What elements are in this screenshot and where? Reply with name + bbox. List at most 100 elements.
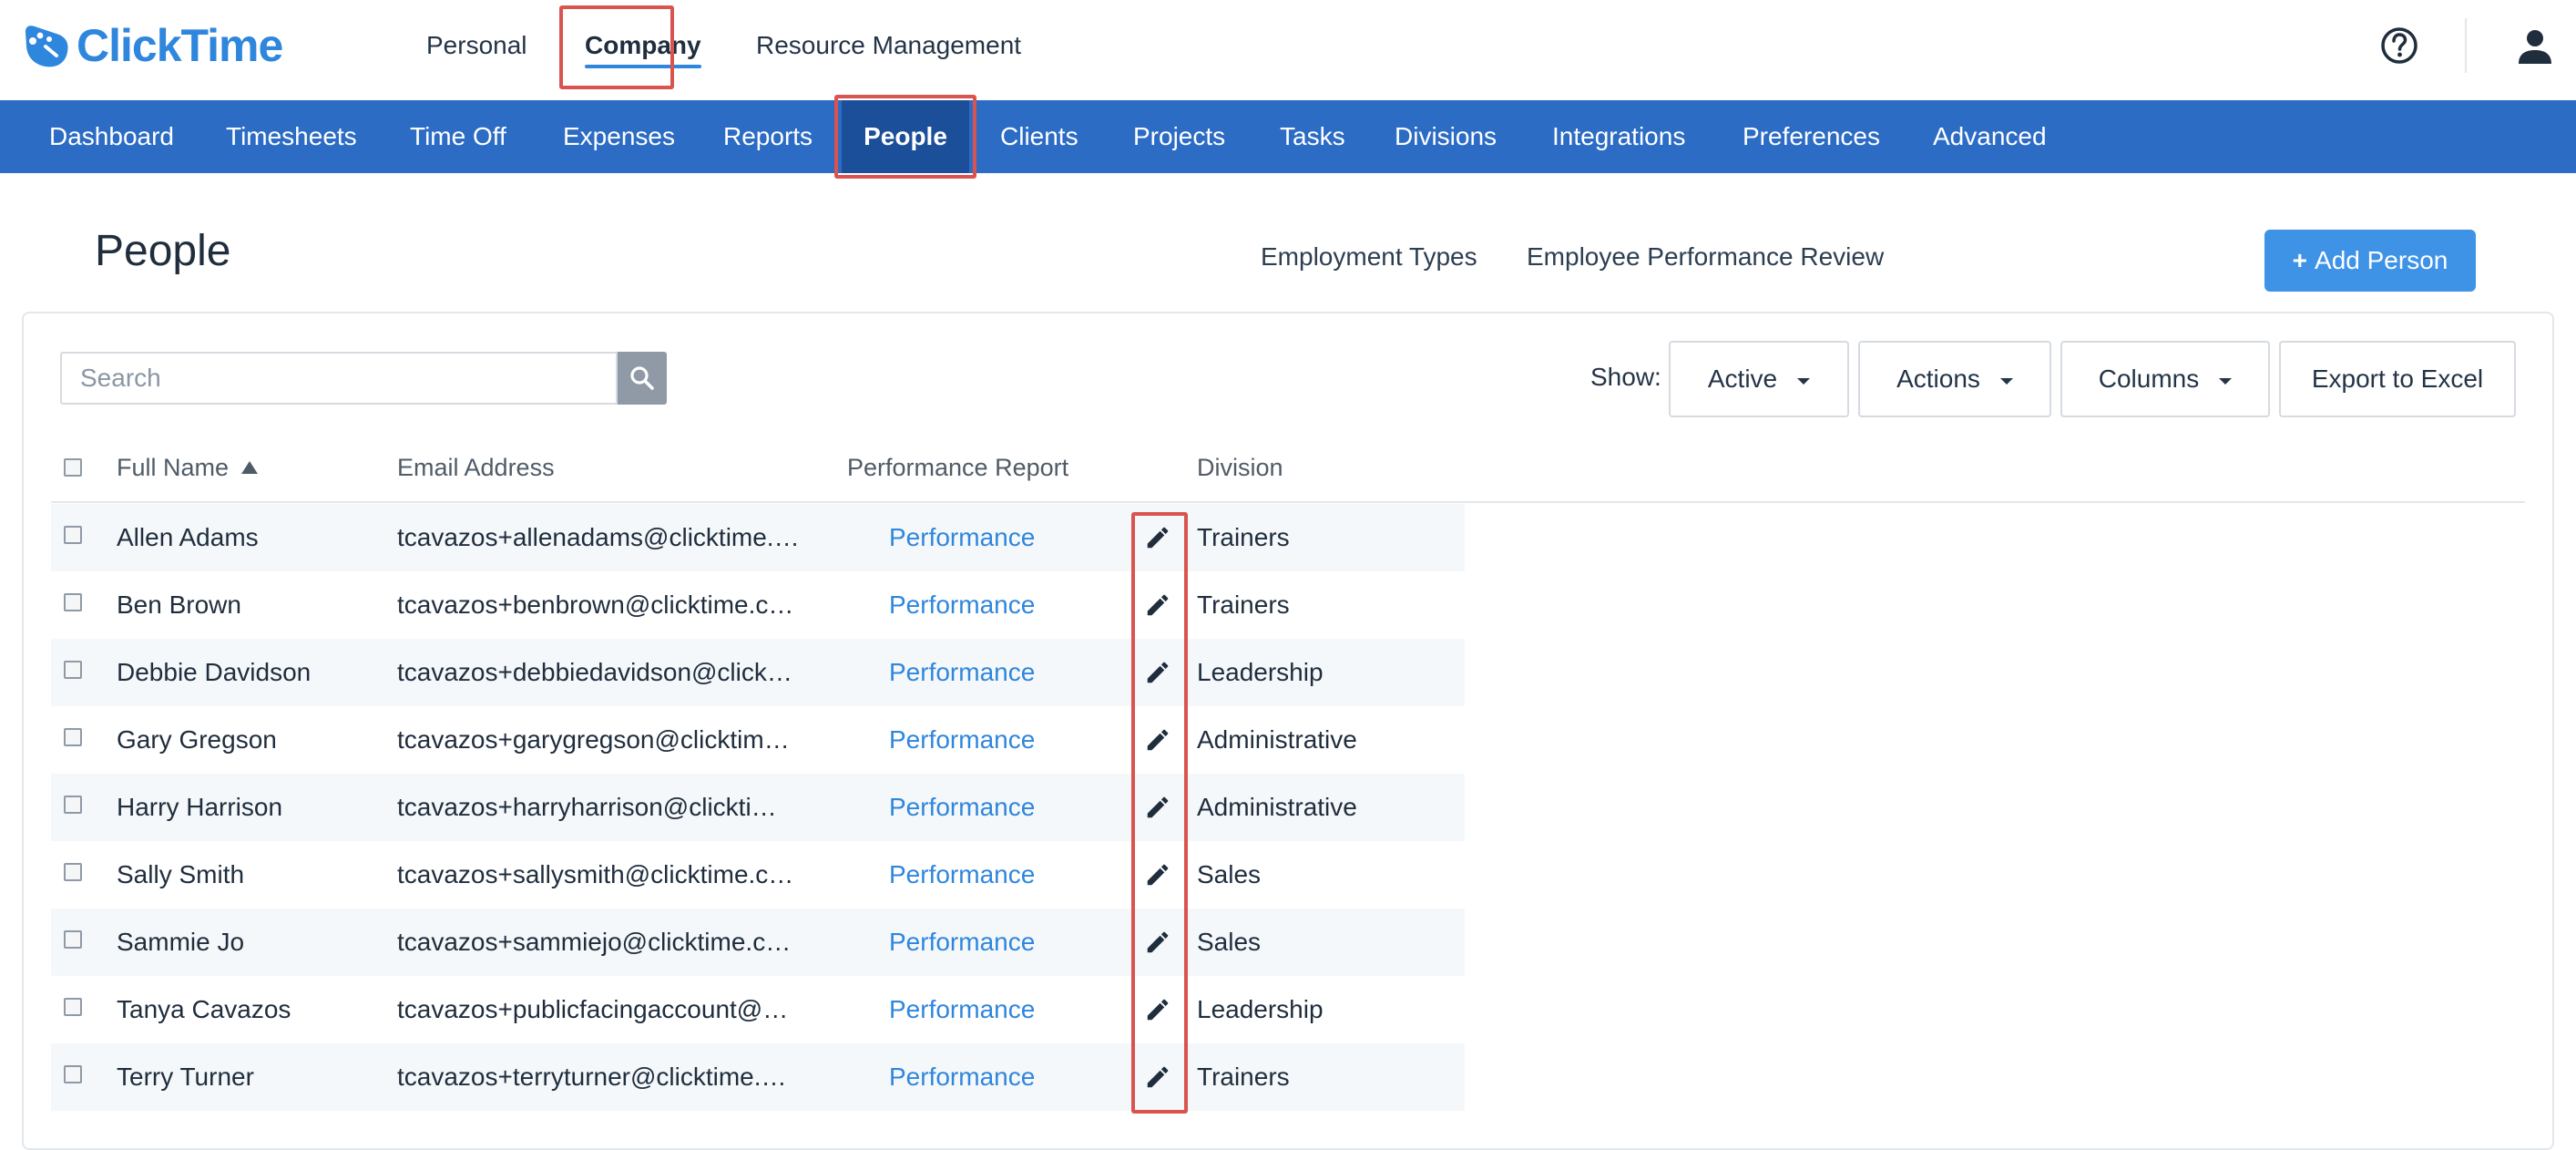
user-icon[interactable] — [2514, 26, 2556, 67]
table-row[interactable]: Gary Gregson tcavazos+garygregson@clickt… — [51, 706, 1465, 774]
person-name[interactable]: Sally Smith — [117, 841, 244, 909]
table-row[interactable]: Sammie Jo tcavazos+sammiejo@clicktime.c…… — [51, 909, 1465, 976]
row-checkbox[interactable] — [64, 930, 82, 949]
person-email: tcavazos+harryharrison@clickti… — [397, 793, 777, 821]
columns-dropdown[interactable]: Columns — [2060, 341, 2270, 417]
page-title: People — [95, 227, 231, 275]
add-person-button[interactable]: + Add Person — [2264, 230, 2476, 292]
top-nav-personal[interactable]: Personal — [426, 0, 527, 91]
clicktime-logo[interactable]: ClickTime — [20, 18, 283, 73]
company-highlight-box — [559, 5, 674, 89]
column-header-full-name[interactable]: Full Name — [117, 454, 259, 482]
edit-icons-highlight-box — [1131, 512, 1188, 1114]
person-name[interactable]: Allen Adams — [117, 504, 259, 571]
row-checkbox[interactable] — [64, 526, 82, 544]
chevron-down-icon — [1797, 377, 1811, 385]
main-nav: Dashboard Timesheets Time Off Expenses R… — [0, 100, 2576, 173]
person-email: tcavazos+benbrown@clicktime.c… — [397, 590, 794, 619]
export-label: Export to Excel — [2311, 365, 2484, 393]
table-row[interactable]: Tanya Cavazos tcavazos+publicfacingaccou… — [51, 976, 1465, 1043]
person-name[interactable]: Ben Brown — [117, 571, 241, 639]
person-division: Trainers — [1197, 523, 1290, 551]
person-email: tcavazos+sallysmith@clicktime.c… — [397, 860, 794, 888]
show-status-value: Active — [1707, 365, 1778, 393]
nav-tasks[interactable]: Tasks — [1280, 100, 1345, 173]
nav-advanced[interactable]: Advanced — [1933, 100, 2047, 173]
column-header-email[interactable]: Email Address — [397, 454, 555, 482]
select-all-checkbox[interactable] — [64, 458, 82, 477]
performance-link[interactable]: Performance — [889, 774, 1035, 841]
performance-link[interactable]: Performance — [889, 571, 1035, 639]
nav-clients[interactable]: Clients — [1000, 100, 1078, 173]
person-division: Trainers — [1197, 590, 1290, 619]
person-name[interactable]: Gary Gregson — [117, 706, 277, 774]
person-name[interactable]: Tanya Cavazos — [117, 976, 291, 1043]
nav-integrations[interactable]: Integrations — [1552, 100, 1685, 173]
row-checkbox[interactable] — [64, 728, 82, 746]
nav-divisions[interactable]: Divisions — [1395, 100, 1497, 173]
person-name[interactable]: Debbie Davidson — [117, 639, 311, 706]
performance-link[interactable]: Performance — [889, 976, 1035, 1043]
table-header-divider — [51, 501, 2525, 503]
person-division: Sales — [1197, 928, 1262, 956]
chevron-down-icon — [2219, 377, 2233, 385]
nav-dashboard[interactable]: Dashboard — [49, 100, 174, 173]
performance-link[interactable]: Performance — [889, 639, 1035, 706]
performance-link[interactable]: Performance — [889, 841, 1035, 909]
show-status-dropdown[interactable]: Active — [1669, 341, 1849, 417]
performance-link[interactable]: Performance — [889, 504, 1035, 571]
table-row[interactable]: Allen Adams tcavazos+allenadams@clicktim… — [51, 504, 1465, 571]
column-header-performance-report[interactable]: Performance Report — [847, 454, 1068, 482]
row-checkbox[interactable] — [64, 863, 82, 881]
person-division: Trainers — [1197, 1063, 1290, 1091]
plus-icon: + — [2292, 246, 2308, 274]
clicktime-logo-icon — [26, 26, 68, 67]
column-header-division[interactable]: Division — [1197, 454, 1283, 482]
row-checkbox[interactable] — [64, 796, 82, 814]
sort-ascending-icon — [241, 460, 259, 474]
person-email: tcavazos+publicfacingaccount@… — [397, 995, 789, 1023]
performance-link[interactable]: Performance — [889, 706, 1035, 774]
person-email: tcavazos+debbiedavidson@click… — [397, 658, 792, 686]
row-checkbox[interactable] — [64, 998, 82, 1016]
table-row[interactable]: Harry Harrison tcavazos+harryharrison@cl… — [51, 774, 1465, 841]
nav-reports[interactable]: Reports — [723, 100, 813, 173]
person-email: tcavazos+terryturner@clicktime.… — [397, 1063, 787, 1091]
top-nav-resource-management[interactable]: Resource Management — [756, 0, 1021, 91]
table-row[interactable]: Sally Smith tcavazos+sallysmith@clicktim… — [51, 841, 1465, 909]
performance-link[interactable]: Performance — [889, 909, 1035, 976]
nav-projects[interactable]: Projects — [1133, 100, 1225, 173]
person-email: tcavazos+garygregson@clicktim… — [397, 725, 790, 754]
row-checkbox[interactable] — [64, 593, 82, 611]
logo-text: ClickTime — [77, 20, 283, 71]
nav-timesheets[interactable]: Timesheets — [226, 100, 357, 173]
actions-label: Actions — [1896, 365, 1980, 393]
person-name[interactable]: Harry Harrison — [117, 774, 282, 841]
nav-expenses[interactable]: Expenses — [563, 100, 675, 173]
performance-link[interactable]: Performance — [889, 1043, 1035, 1111]
person-email: tcavazos+sammiejo@clicktime.c… — [397, 928, 792, 956]
employee-performance-review-link[interactable]: Employee Performance Review — [1527, 242, 1884, 272]
column-header-full-name-label: Full Name — [117, 454, 230, 481]
nav-preferences[interactable]: Preferences — [1743, 100, 1880, 173]
help-icon[interactable] — [2379, 26, 2419, 66]
person-email: tcavazos+allenadams@clicktime.… — [397, 523, 800, 551]
export-to-excel-button[interactable]: Export to Excel — [2279, 341, 2516, 417]
row-checkbox[interactable] — [64, 1065, 82, 1083]
people-highlight-box — [834, 95, 976, 179]
search-button[interactable] — [618, 352, 667, 405]
show-label: Show: — [1590, 363, 1661, 391]
table-row[interactable]: Ben Brown tcavazos+benbrown@clicktime.c…… — [51, 571, 1465, 639]
person-division: Leadership — [1197, 995, 1324, 1023]
search-input[interactable] — [60, 352, 618, 405]
row-checkbox[interactable] — [64, 661, 82, 679]
employment-types-link[interactable]: Employment Types — [1261, 242, 1477, 272]
top-bar: ClickTime Personal Company Resource Mana… — [0, 0, 2576, 100]
nav-time-off[interactable]: Time Off — [410, 100, 506, 173]
person-name[interactable]: Sammie Jo — [117, 909, 244, 976]
table-row[interactable]: Terry Turner tcavazos+terryturner@clickt… — [51, 1043, 1465, 1111]
table-row[interactable]: Debbie Davidson tcavazos+debbiedavidson@… — [51, 639, 1465, 706]
person-name[interactable]: Terry Turner — [117, 1043, 254, 1111]
person-division: Administrative — [1197, 793, 1357, 821]
actions-dropdown[interactable]: Actions — [1858, 341, 2051, 417]
